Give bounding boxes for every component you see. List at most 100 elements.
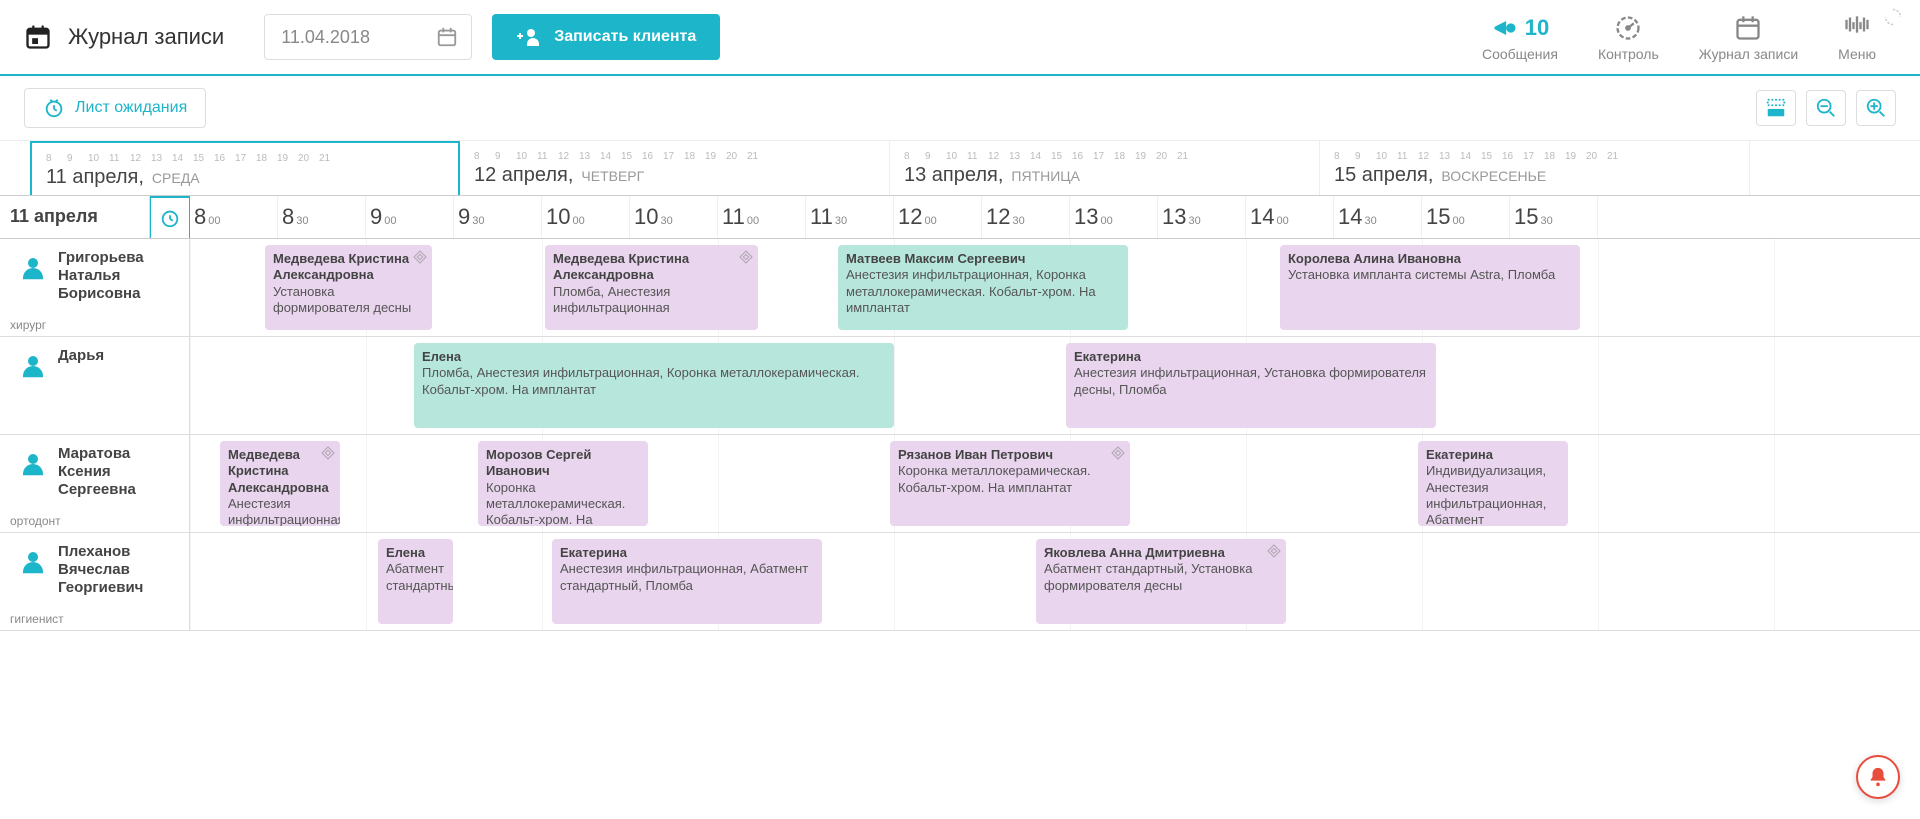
time-slot-header: 1200	[894, 196, 982, 238]
day-tab[interactable]: 89101112131415161718192021 11 апреля, СР…	[30, 141, 460, 195]
appointment-desc: Установка формирователя десны	[273, 284, 424, 317]
add-client-label: Записать клиента	[554, 28, 696, 46]
time-slot-header: 1230	[982, 196, 1070, 238]
appointment[interactable]: Медведева Кристина Александровна Установ…	[265, 245, 432, 330]
calendar-icon	[24, 23, 52, 51]
date-input-wrap	[264, 14, 472, 60]
staff-cell[interactable]: Григорьева Наталья Борисовна хирург	[0, 239, 190, 336]
day-tab[interactable]: 89101112131415161718192021 15 апреля, ВО…	[1320, 141, 1750, 195]
appointment[interactable]: Королева Алина Ивановна Установка имплан…	[1280, 245, 1580, 330]
day-tab-dayname: ПЯТНИЦА	[1011, 168, 1080, 184]
time-slot-header: 1530	[1510, 196, 1598, 238]
toolbar: Лист ожидания	[0, 76, 1920, 141]
day-tab-date: 15 апреля,	[1334, 164, 1433, 187]
journal-action[interactable]: Журнал записи	[1679, 12, 1818, 62]
day-tab-label: 15 апреля, ВОСКРЕСЕНЬЕ	[1334, 164, 1735, 187]
appointment-name: Медведева Кристина Александровна	[273, 251, 424, 284]
staff-cell[interactable]: Дарья	[0, 337, 190, 434]
appointment[interactable]: Яковлева Анна Дмитриевна Абатмент станда…	[1036, 539, 1286, 624]
appointment-desc: Установка импланта системы Astra, Пломба	[1288, 267, 1572, 283]
appointment[interactable]: Медведева Кристина Александровна Пломба,…	[545, 245, 758, 330]
zoom-in-button[interactable]	[1856, 90, 1896, 126]
appointment[interactable]: Медведева Кристина Александровна Анестез…	[220, 441, 340, 526]
day-tab-dayname: ЧЕТВЕРГ	[581, 168, 644, 184]
staff-role: хирург	[10, 318, 46, 332]
appointment-desc: Коронка металлокерамическая. Кобальт-хро…	[898, 463, 1122, 496]
time-slot-header: 1400	[1246, 196, 1334, 238]
control-label: Контроль	[1598, 46, 1659, 62]
day-tab-hours: 89101112131415161718192021	[46, 153, 444, 164]
time-slot-header: 830	[278, 196, 366, 238]
menu-label: Меню	[1838, 46, 1876, 62]
appointment-desc: Анестезия инфильтрационная, Коронка мета…	[846, 267, 1120, 316]
appointment[interactable]: Екатерина Анестезия инфильтрационная, Аб…	[552, 539, 822, 624]
schedule-rows: Григорьева Наталья Борисовна хирург Медв…	[0, 239, 1920, 631]
schedule-row: Маратова Ксения Сергеевна ортодонт Медве…	[0, 435, 1920, 533]
layout-icon	[1765, 97, 1787, 119]
clock-icon	[43, 97, 65, 119]
day-tab-dayname: ВОСКРЕСЕНЬЕ	[1441, 168, 1546, 184]
messages-label: Сообщения	[1482, 46, 1558, 62]
staff-cell[interactable]: Плеханов Вячеслав Георгиевич гигиенист	[0, 533, 190, 630]
megaphone-icon	[1491, 14, 1519, 42]
staff-name: Плеханов Вячеслав Георгиевич	[58, 543, 179, 597]
toolbar-icons	[1756, 90, 1896, 126]
waiting-list-button[interactable]: Лист ожидания	[24, 88, 206, 128]
time-slot-header: 1130	[806, 196, 894, 238]
appointment-name: Елена	[386, 545, 445, 561]
time-slot-header: 900	[366, 196, 454, 238]
timeline-header: 11 апреля 800830900930100010301100113012…	[0, 196, 1920, 239]
row-grid[interactable]: Медведева Кристина Александровна Анестез…	[190, 435, 1920, 532]
timeline-clock-button[interactable]	[150, 196, 190, 238]
day-tab-date: 11 апреля,	[46, 166, 144, 189]
appointment[interactable]: Екатерина Индивидуализация, Анестезия ин…	[1418, 441, 1568, 526]
tag-icon	[738, 249, 754, 265]
row-grid[interactable]: Елена Абатмент стандартный Екатерина Ане…	[190, 533, 1920, 630]
header: Журнал записи Записать клиента 10 Сообще…	[0, 0, 1920, 76]
row-grid[interactable]: Елена Пломба, Анестезия инфильтрационная…	[190, 337, 1920, 434]
avatar-icon	[18, 351, 48, 381]
appointment-name: Елена	[422, 349, 886, 365]
tag-icon	[1266, 543, 1282, 559]
add-client-button[interactable]: Записать клиента	[492, 14, 720, 60]
appointment-desc: Индивидуализация, Анестезия инфильтрацио…	[1426, 463, 1560, 526]
day-tab-date: 12 апреля,	[474, 164, 573, 187]
day-tab[interactable]: 89101112131415161718192021 12 апреля, ЧЕ…	[460, 141, 890, 195]
appointment[interactable]: Рязанов Иван Петрович Коронка металлокер…	[890, 441, 1130, 526]
messages-action[interactable]: 10 Сообщения	[1462, 12, 1578, 62]
calendar-picker-icon[interactable]	[436, 26, 458, 48]
time-slot-header: 1030	[630, 196, 718, 238]
time-slot-header: 1330	[1158, 196, 1246, 238]
row-grid[interactable]: Медведева Кристина Александровна Установ…	[190, 239, 1920, 336]
appointment[interactable]: Матвеев Максим Сергеевич Анестезия инфил…	[838, 245, 1128, 330]
day-tab[interactable]: 89101112131415161718192021 13 апреля, ПЯ…	[890, 141, 1320, 195]
notification-bell[interactable]	[1856, 755, 1900, 799]
time-slot-header: 1300	[1070, 196, 1158, 238]
appointment[interactable]: Морозов Сергей Иванович Коронка металлок…	[478, 441, 648, 526]
appointment-desc: Анестезия инфильтрационная, Абатмент	[228, 496, 332, 526]
appointment-name: Екатерина	[560, 545, 814, 561]
appointment[interactable]: Елена Абатмент стандартный	[378, 539, 453, 624]
zoom-out-button[interactable]	[1806, 90, 1846, 126]
day-tab-date: 13 апреля,	[904, 164, 1003, 187]
time-slot-header: 1000	[542, 196, 630, 238]
avatar-icon	[18, 547, 48, 577]
waiting-list-label: Лист ожидания	[75, 99, 187, 117]
appointment-name: Екатерина	[1074, 349, 1428, 365]
avatar-icon	[18, 449, 48, 479]
time-slot-header: 1100	[718, 196, 806, 238]
control-action[interactable]: Контроль	[1578, 12, 1679, 62]
zoom-in-icon	[1865, 97, 1887, 119]
appointment-desc: Пломба, Анестезия инфильтрационная, Коро…	[422, 365, 886, 398]
appointment[interactable]: Екатерина Анестезия инфильтрационная, Ус…	[1066, 343, 1436, 428]
day-tab-dayname: СРЕДА	[152, 170, 200, 186]
staff-role: гигиенист	[10, 612, 64, 626]
menu-bars-icon	[1843, 14, 1871, 42]
layout-toggle-button[interactable]	[1756, 90, 1796, 126]
staff-name: Григорьева Наталья Борисовна	[58, 249, 179, 303]
day-tab-hours: 89101112131415161718192021	[1334, 151, 1735, 162]
staff-cell[interactable]: Маратова Ксения Сергеевна ортодонт	[0, 435, 190, 532]
appointment-name: Екатерина	[1426, 447, 1560, 463]
appointment[interactable]: Елена Пломба, Анестезия инфильтрационная…	[414, 343, 894, 428]
timeline-date: 11 апреля	[0, 196, 150, 238]
